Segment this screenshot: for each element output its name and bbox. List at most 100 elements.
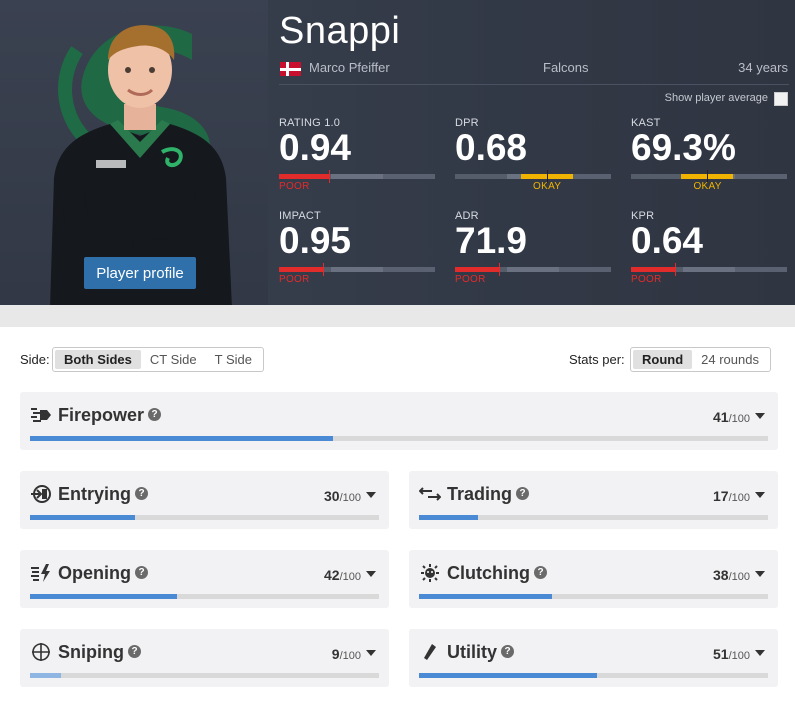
category-card-trading[interactable]: Trading? 17/100 (409, 471, 778, 529)
chevron-down-icon[interactable] (366, 650, 376, 656)
per-option-24-rounds[interactable]: 24 rounds (692, 350, 768, 369)
category-score: 41/100 (713, 409, 750, 425)
player-age: 34 years (738, 60, 788, 75)
category-progress-track (30, 673, 379, 678)
category-name: Entrying? (58, 484, 149, 505)
side-label: Side: (20, 352, 50, 367)
category-name-text: Clutching (447, 563, 530, 583)
stat-kpr: KPR 0.64 POOR (631, 210, 787, 300)
help-icon[interactable]: ? (135, 486, 149, 500)
per-option-round[interactable]: Round (633, 350, 693, 369)
category-score-value: 38 (713, 567, 729, 583)
firepower-icon (30, 406, 52, 424)
category-score-max: /100 (339, 492, 361, 504)
stat-rating-text: POOR (279, 181, 310, 192)
category-name-text: Utility (447, 642, 498, 662)
category-name: Trading? (447, 484, 530, 505)
stat-rating-1-0: RATING 1.0 0.94 POOR (279, 117, 435, 207)
category-card-entrying[interactable]: Entrying? 30/100 (20, 471, 389, 529)
help-icon[interactable]: ? (135, 565, 148, 579)
trading-icon (418, 485, 442, 503)
stat-rating-bar (279, 263, 435, 276)
player-profile-button[interactable]: Player profile (84, 257, 196, 289)
category-score: 38/100 (713, 567, 750, 583)
side-option-both[interactable]: Both Sides (55, 350, 141, 369)
player-real-name: Marco Pfeiffer (309, 60, 390, 75)
stat-dpr: DPR 0.68 OKAY (455, 117, 611, 207)
chevron-down-icon[interactable] (755, 571, 765, 577)
category-name-text: Firepower (58, 405, 145, 425)
category-progress-fill (30, 515, 135, 520)
stat-rating-bar (279, 170, 435, 183)
side-option-t[interactable]: T Side (206, 350, 261, 369)
stat-value: 0.95 (279, 220, 352, 261)
category-score-max: /100 (339, 650, 361, 662)
player-nickname: Snappi (279, 10, 401, 52)
category-progress-track (30, 594, 379, 599)
help-icon[interactable]: ? (148, 407, 162, 421)
show-average-checkbox[interactable] (774, 92, 788, 106)
side-option-ct[interactable]: CT Side (141, 350, 206, 369)
category-score: 51/100 (713, 646, 750, 662)
player-photo: Player profile (0, 0, 268, 305)
denmark-flag-icon (280, 62, 301, 76)
help-icon[interactable]: ? (516, 486, 530, 500)
category-card-firepower[interactable]: Firepower? 41/100 (20, 392, 778, 450)
category-name-text: Sniping (58, 642, 124, 662)
category-progress-track (30, 515, 379, 520)
player-team[interactable]: Falcons (543, 60, 589, 75)
stat-rating-text: OKAY (533, 181, 562, 192)
stat-rating-bar (455, 263, 611, 276)
category-score: 9/100 (332, 646, 361, 662)
category-score-max: /100 (728, 413, 750, 425)
stat-value: 0.68 (455, 127, 528, 168)
chevron-down-icon[interactable] (755, 413, 765, 419)
chevron-down-icon[interactable] (366, 492, 376, 498)
stat-rating-bar (631, 263, 787, 276)
category-score: 30/100 (324, 488, 361, 504)
category-name-text: Opening (58, 563, 131, 583)
chevron-down-icon[interactable] (755, 650, 765, 656)
chevron-down-icon[interactable] (366, 571, 376, 577)
stat-adr: ADR 71.9 POOR (455, 210, 611, 300)
sniping-icon (30, 643, 52, 661)
category-card-clutching[interactable]: Clutching? 38/100 (409, 550, 778, 608)
category-card-sniping[interactable]: Sniping? 9/100 (20, 629, 389, 687)
category-card-opening[interactable]: Opening? 42/100 (20, 550, 389, 608)
category-progress-track (419, 673, 768, 678)
stat-rating-fill (455, 267, 499, 272)
category-progress-fill (30, 673, 62, 678)
show-average-label: Show player average (664, 92, 768, 104)
stat-rating-bar (631, 170, 787, 183)
side-selector: Both Sides CT Side T Side (52, 347, 264, 372)
help-icon[interactable]: ? (501, 644, 515, 658)
stat-rating-bar (455, 170, 611, 183)
category-card-utility[interactable]: Utility? 51/100 (409, 629, 778, 687)
stat-value: 69.3% (631, 127, 736, 168)
stat-rating-text: OKAY (693, 181, 722, 192)
category-score-value: 42 (324, 567, 340, 583)
stat-rating-text: POOR (279, 274, 310, 285)
stat-value: 0.94 (279, 127, 352, 168)
category-score: 17/100 (713, 488, 750, 504)
opening-icon (30, 564, 52, 582)
category-progress-track (30, 436, 768, 441)
stat-impact: IMPACT 0.95 POOR (279, 210, 435, 300)
chevron-down-icon[interactable] (755, 492, 765, 498)
stat-rating-text: POOR (455, 274, 486, 285)
category-score-max: /100 (728, 650, 750, 662)
help-icon[interactable]: ? (534, 565, 547, 579)
category-score-value: 30 (324, 488, 340, 504)
stat-marker (674, 263, 676, 276)
help-icon[interactable]: ? (128, 644, 141, 658)
category-progress-fill (30, 594, 177, 599)
stat-value: 0.64 (631, 220, 704, 261)
category-progress-fill (419, 594, 552, 599)
category-progress-track (419, 594, 768, 599)
stat-rating-text: POOR (631, 274, 662, 285)
clutching-icon (419, 564, 441, 582)
stat-marker (328, 170, 330, 183)
stat-kast: KAST 69.3% OKAY (631, 117, 787, 207)
stat-marker (322, 263, 324, 276)
category-score-max: /100 (728, 571, 750, 583)
